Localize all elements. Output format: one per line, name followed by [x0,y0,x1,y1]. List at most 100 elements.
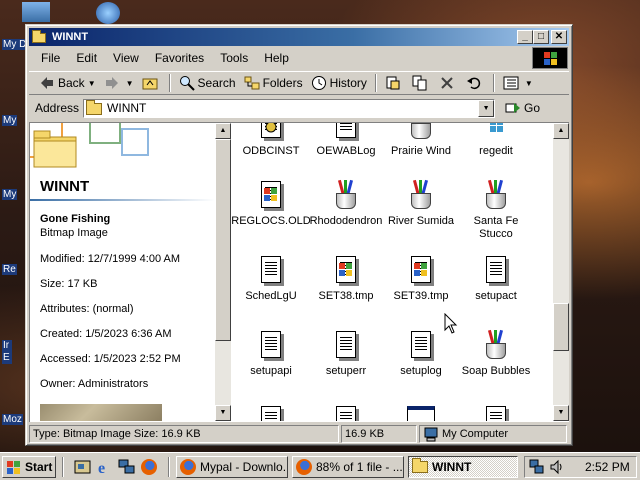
forward-button[interactable]: ▼ [100,72,138,94]
title-bar[interactable]: WINNT _ □ ✕ [29,28,569,46]
paint-icon [480,179,512,211]
folder-icon [32,30,48,43]
search-label: Search [197,76,236,90]
modified-date: Modified: 12/7/1999 4:00 AM [40,253,181,265]
show-desktop-icon[interactable] [74,458,92,476]
volume-icon[interactable] [549,459,565,475]
history-button[interactable]: History [307,72,371,94]
gear-document-icon [255,123,287,141]
internet-explorer-icon[interactable]: e [96,458,114,477]
address-dropdown-button[interactable]: ▼ [478,99,495,117]
scroll-up-button[interactable]: ▲ [215,123,231,139]
desktop-label[interactable]: My D [2,39,28,50]
file-item[interactable]: regedit [456,123,536,158]
dropdown-arrow-icon[interactable]: ▼ [88,79,96,88]
file-item[interactable] [306,404,386,421]
file-item[interactable]: OEWABLog [306,123,386,158]
folder-icon [412,458,428,475]
clock[interactable]: 2:52 PM [585,460,630,474]
text-document-icon [255,404,287,421]
mouse-cursor-icon [444,313,458,334]
network-tray-icon[interactable] [529,459,545,475]
file-item[interactable]: Soap Bubbles [456,329,536,378]
dropdown-arrow-icon[interactable]: ▼ [126,79,134,88]
explorer-window: WINNT _ □ ✕ File Edit View Favorites Too… [25,24,573,446]
network-icon[interactable] [118,458,136,476]
desktop-label[interactable]: My [2,189,18,200]
file-item[interactable]: River Sumida [381,179,461,228]
file-item[interactable]: Prairie Wind [381,123,461,158]
go-button[interactable]: Go [505,100,540,116]
file-item[interactable]: SET38.tmp [306,254,386,303]
file-item[interactable]: setupapi [231,329,311,378]
file-item[interactable]: setuplog [381,329,461,378]
text-document-icon [330,329,362,361]
menu-tools[interactable]: Tools [212,49,256,67]
taskbar-separator [62,457,64,477]
taskbar-separator [168,457,170,477]
menu-favorites[interactable]: Favorites [147,49,212,67]
details-pane-scrollbar[interactable]: ▲ ▼ [215,123,231,421]
scroll-down-button[interactable]: ▼ [553,405,569,421]
file-name: regedit [479,145,513,157]
delete-button[interactable] [435,72,462,94]
maximize-button[interactable]: □ [533,30,549,44]
scroll-thumb[interactable] [553,303,569,351]
task-label: WINNT [432,460,472,474]
move-to-button[interactable] [381,72,408,94]
file-item[interactable]: setupact [456,254,536,303]
file-name: REGLOCS.OLD [231,215,311,227]
windows-logo-icon [532,47,568,69]
address-field[interactable]: WINNT ▼ [83,98,496,118]
scroll-down-button[interactable]: ▼ [215,405,231,421]
file-item[interactable]: Santa Fe Stucco [456,179,536,241]
close-button[interactable]: ✕ [551,30,567,44]
task-mypal[interactable]: Mypal - Downlo... [176,456,288,478]
file-item[interactable]: REGLOCS.OLD [231,179,311,228]
search-button[interactable]: Search [175,72,240,94]
paint-icon [405,179,437,211]
desktop-label[interactable]: Re [2,264,17,275]
back-button[interactable]: Back ▼ [35,72,100,94]
history-icon [311,75,327,91]
desktop-folder-icon[interactable] [22,2,50,22]
firefox-icon[interactable] [140,458,158,476]
desktop-label[interactable]: Moz [2,414,23,425]
desktop-label[interactable]: Ir E [2,340,12,364]
scroll-up-button[interactable]: ▲ [553,123,569,139]
start-label: Start [25,460,53,474]
desktop-label[interactable]: My [2,115,18,126]
file-item[interactable] [381,404,461,421]
copy-to-button[interactable] [408,72,435,94]
menu-file[interactable]: File [33,49,68,67]
file-item[interactable]: Rhododendron [306,179,386,228]
dropdown-arrow-icon[interactable]: ▼ [525,79,533,88]
file-list: ODBCINST OEWABLog Prairie Wind regedit R… [231,123,553,421]
windows-flag-icon [6,459,22,475]
toolbar-separator [168,74,171,92]
zone-label: My Computer [442,428,509,440]
task-download[interactable]: 88% of 1 file - ... [292,456,404,478]
desktop-globe-icon[interactable] [96,2,120,24]
file-item[interactable]: setuperr [306,329,386,378]
file-item[interactable] [231,404,311,421]
views-button[interactable]: ▼ [499,72,537,94]
file-item[interactable]: SchedLgU [231,254,311,303]
folders-button[interactable]: Folders [240,72,307,94]
menu-help[interactable]: Help [256,49,297,67]
file-item[interactable] [456,404,536,421]
minimize-button[interactable]: _ [517,30,533,44]
file-name: SchedLgU [245,290,297,302]
file-list-scrollbar[interactable]: ▲ ▼ [553,123,569,421]
scroll-thumb[interactable] [215,139,231,341]
registry-icon [480,123,512,141]
task-winnt[interactable]: WINNT [408,456,518,478]
start-button[interactable]: Start [2,456,56,478]
file-item[interactable]: ODBCINST [231,123,311,158]
file-item[interactable]: SET39.tmp [381,254,461,303]
content-area: WINNT Gone Fishing Bitmap Image Modified… [29,122,569,422]
menu-view[interactable]: View [105,49,147,67]
menu-edit[interactable]: Edit [68,49,105,67]
up-folder-button[interactable] [138,72,165,94]
undo-button[interactable] [462,72,489,94]
